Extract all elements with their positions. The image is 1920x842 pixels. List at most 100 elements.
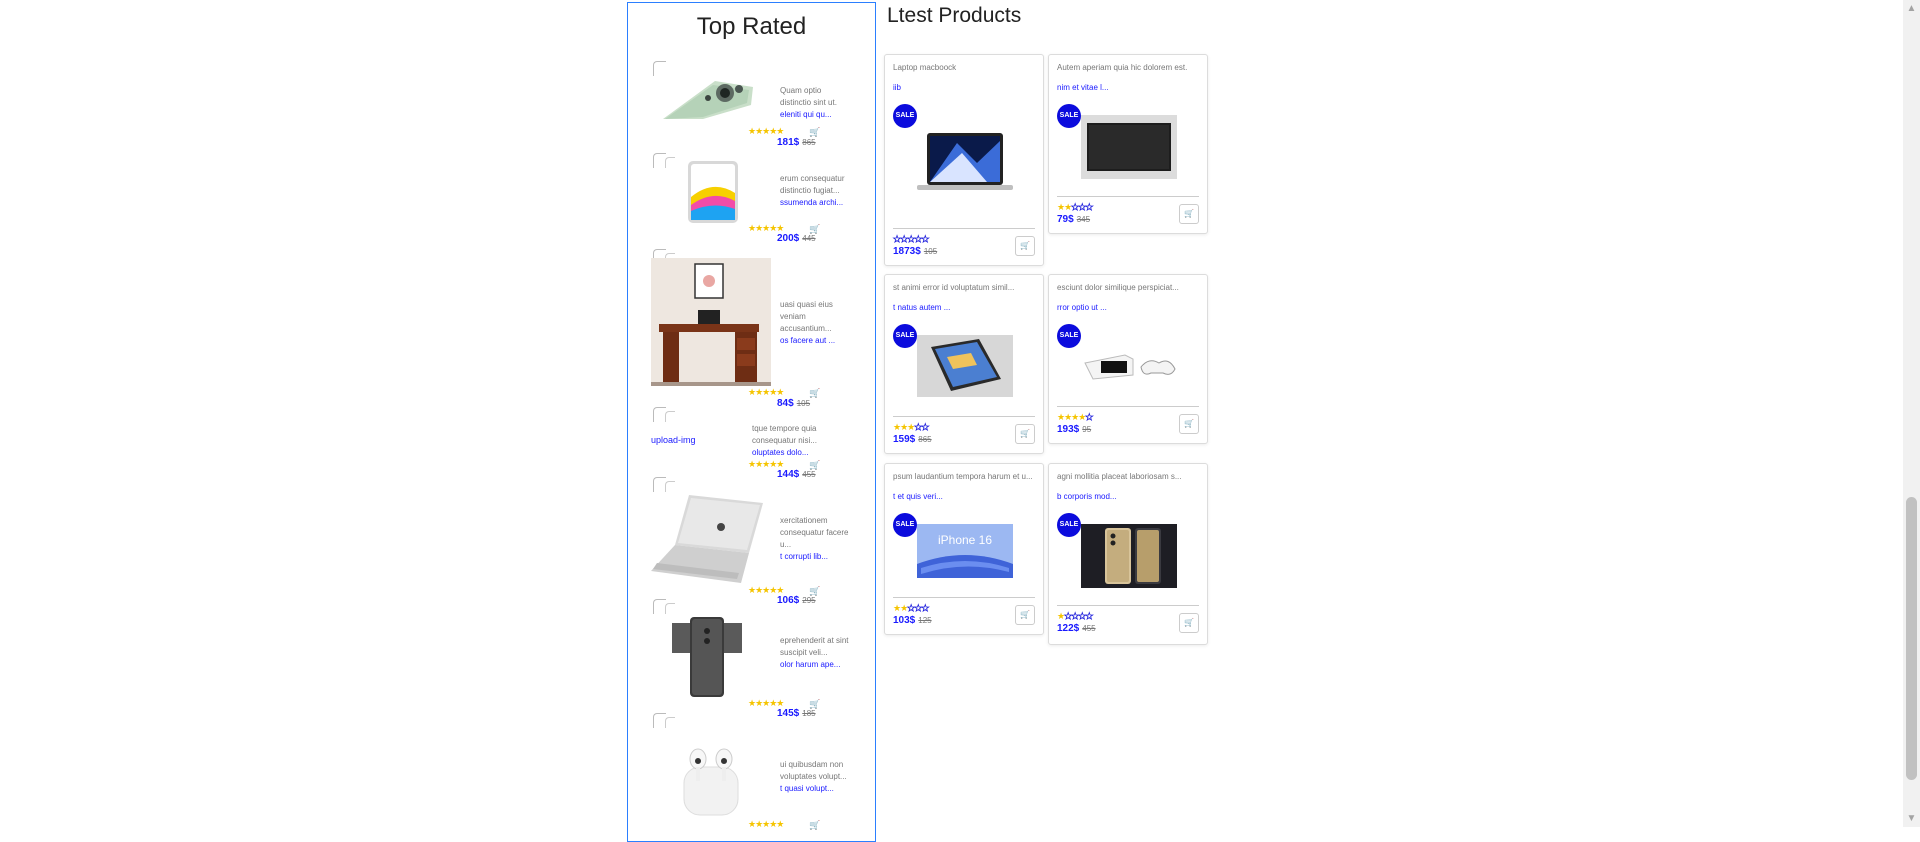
product-link[interactable]: oluptates dolo... (752, 447, 824, 459)
broken-image[interactable]: upload-img (651, 435, 696, 445)
corner-decoration (665, 157, 675, 168)
product-image[interactable] (1081, 345, 1177, 385)
price: 181$ 865 (777, 137, 816, 148)
scroll-up-arrow-icon[interactable]: ▲ (1903, 0, 1920, 17)
product-desc-link[interactable]: t et quis veri... (893, 492, 943, 501)
top-rated-item[interactable]: erum consequatur distinctio fugiat... ss… (628, 153, 875, 248)
rating-stars: ★★★★★ (893, 422, 930, 433)
sale-badge: SALE (893, 513, 917, 537)
rating-stars: ★★★★★ (748, 387, 784, 397)
product-card[interactable]: Autem aperiam quia hic dolorem est. nim … (1048, 54, 1208, 234)
cart-icon[interactable]: 🛒 (809, 388, 820, 399)
rating-stars: ★★★★★ (1057, 412, 1094, 423)
product-text: eprehenderit at sint suscipit veli... ol… (780, 635, 852, 671)
product-name: st animi error id voluptatum simil... (893, 283, 1015, 292)
add-to-cart-button[interactable]: 🛒 (1179, 613, 1199, 633)
product-text: Quam optio distinctio sint ut. eleniti q… (780, 85, 852, 121)
product-image[interactable] (1081, 524, 1177, 588)
product-card[interactable]: psum laudantium tempora harum et u... t … (884, 463, 1044, 635)
product-image[interactable] (663, 75, 753, 119)
sale-badge: SALE (1057, 104, 1081, 128)
product-image[interactable]: iPhone 16 (917, 524, 1013, 578)
old-price: 445 (802, 234, 816, 243)
divider (893, 228, 1035, 229)
add-to-cart-button[interactable]: 🛒 (1179, 414, 1199, 434)
sale-badge: SALE (1057, 324, 1081, 348)
product-link[interactable]: os facere aut ... (780, 335, 852, 347)
product-desc-link[interactable]: nim et vitae l... (1057, 83, 1109, 92)
divider (1057, 196, 1199, 197)
old-price: 105 (923, 247, 938, 256)
latest-products-title: Ltest Products (887, 4, 1022, 27)
product-name: Autem aperiam quia hic dolorem est. (1057, 63, 1188, 72)
product-card[interactable]: esciunt dolor similique perspiciat... rr… (1048, 274, 1208, 444)
product-link[interactable]: t quasi volupt... (780, 783, 852, 795)
product-text: ui quibusdam non voluptates volupt... t … (780, 759, 852, 795)
product-image[interactable] (684, 159, 742, 225)
top-rated-panel: Top Rated Quam optio distinctio sint ut.… (627, 2, 876, 842)
top-rated-item[interactable]: ui quibusdam non voluptates volupt... t … (628, 713, 875, 833)
add-to-cart-button[interactable]: 🛒 (1179, 204, 1199, 224)
price: 159$ 865 (893, 434, 932, 445)
add-to-cart-button[interactable]: 🛒 (1015, 605, 1035, 625)
divider (1057, 406, 1199, 407)
corner-decoration (653, 61, 666, 76)
product-card[interactable]: agni mollitia placeat laboriosam s... b … (1048, 463, 1208, 645)
product-desc-link[interactable]: t natus autem ... (893, 303, 950, 312)
product-image[interactable] (917, 335, 1013, 397)
product-text: uasi quasi eius veniam accusantium... os… (780, 299, 852, 347)
product-link[interactable]: t corrupti lib... (780, 551, 852, 563)
product-image[interactable] (672, 617, 742, 697)
iphone-label: iPhone 16 (937, 533, 993, 547)
sale-badge: SALE (893, 104, 917, 128)
rating-stars: ★★★★★ (893, 234, 930, 245)
corner-decoration (665, 481, 675, 492)
product-image[interactable] (651, 493, 771, 583)
product-card[interactable]: Laptop macboock iib SALE ★★★★★ 1873$ 105 … (884, 54, 1044, 266)
rating-stars: ★★★★★ (748, 819, 784, 829)
product-desc-link[interactable]: b corporis mod... (1057, 492, 1117, 501)
add-to-cart-button[interactable]: 🛒 (1015, 236, 1035, 256)
product-image[interactable] (651, 258, 771, 386)
corner-decoration (665, 411, 675, 422)
scrollbar-thumb[interactable] (1906, 497, 1917, 780)
price: 122$ 455 (1057, 623, 1096, 634)
old-price: 865 (918, 435, 932, 444)
product-link[interactable]: ssumenda archi... (780, 197, 852, 209)
cart-icon[interactable]: 🛒 (809, 820, 820, 831)
divider (893, 416, 1035, 417)
product-name: Laptop macboock (893, 63, 957, 72)
product-text: erum consequatur distinctio fugiat... ss… (780, 173, 852, 209)
top-rated-item[interactable]: Quam optio distinctio sint ut. eleniti q… (628, 57, 875, 152)
product-link[interactable]: olor harum ape... (780, 659, 852, 671)
price: 1873$ 105 (893, 246, 938, 257)
top-rated-item[interactable]: upload-img tque tempore quia consequatur… (628, 407, 875, 480)
old-price: 345 (1076, 215, 1091, 224)
page-scrollbar[interactable]: ▲ ▼ (1903, 0, 1920, 827)
top-rated-item[interactable]: xercitationem consequatur facere u... t … (628, 477, 875, 606)
product-image[interactable] (678, 737, 744, 817)
old-price: 455 (1082, 624, 1096, 633)
product-desc-link[interactable]: iib (893, 83, 901, 92)
divider (1057, 605, 1199, 606)
top-rated-title: Top Rated (696, 13, 807, 40)
top-rated-item[interactable]: eprehenderit at sint suscipit veli... ol… (628, 599, 875, 719)
corner-decoration (665, 603, 675, 614)
product-image[interactable] (1081, 115, 1177, 179)
add-to-cart-button[interactable]: 🛒 (1015, 424, 1035, 444)
price: 200$ 445 (777, 233, 816, 244)
product-link[interactable]: eleniti qui qu... (780, 109, 852, 121)
product-name: psum laudantium tempora harum et u... (893, 472, 1033, 481)
product-card[interactable]: st animi error id voluptatum simil... t … (884, 274, 1044, 454)
top-rated-item[interactable]: uasi quasi eius veniam accusantium... os… (628, 249, 875, 409)
rating-stars: ★★★★★ (1057, 611, 1094, 622)
product-name: esciunt dolor similique perspiciat... (1057, 283, 1179, 292)
scroll-down-arrow-icon[interactable]: ▼ (1903, 810, 1920, 827)
product-image[interactable] (917, 133, 1013, 193)
price: 79$ 345 (1057, 214, 1091, 225)
price: 103$ 125 (893, 615, 932, 626)
rating-stars: ★★★★★ (893, 603, 930, 614)
product-desc-link[interactable]: rror optio ut ... (1057, 303, 1107, 312)
price: 193$ 95 (1057, 424, 1092, 435)
rating-stars: ★★★★★ (748, 126, 784, 136)
